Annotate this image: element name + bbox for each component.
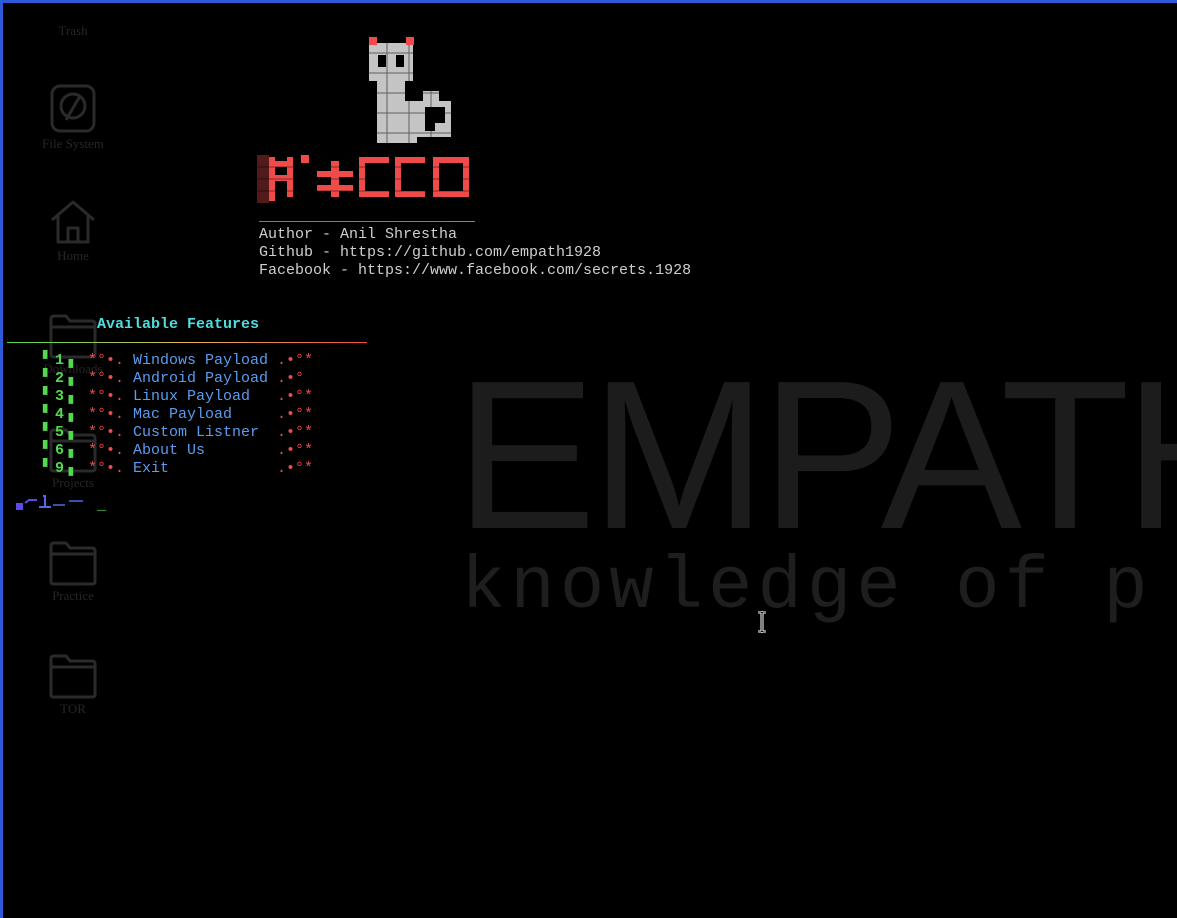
menu-prefix: *°•. [88, 424, 125, 441]
menu-number: 1 [55, 352, 65, 369]
menu-suffix: .•° [277, 370, 305, 387]
desktop-icon-trash[interactable]: Trash [25, 0, 121, 39]
desktop-icon-label: Trash [58, 23, 88, 38]
menu-number: 5 [55, 424, 65, 441]
desktop-icon-practice[interactable]: Practice [25, 540, 121, 604]
trash-icon [48, 0, 98, 21]
menu-bullet: ▗ [64, 406, 74, 423]
menu-item-linux-payload: ▘ 3 ▗ *°•. Linux Payload .•°* [43, 388, 343, 406]
menu-number: 4 [55, 406, 65, 423]
menu-bullet: ▗ [64, 352, 74, 369]
desktop-icon-tor[interactable]: TOR [25, 653, 121, 717]
menu-bullet: ▗ [64, 388, 74, 405]
menu-item-about-us: ▘ 6 ▗ *°•. About Us .•°* [43, 442, 343, 460]
desktop-icon-label: File System [42, 136, 104, 151]
menu-suffix: .•°* [277, 352, 314, 369]
menu-suffix: .•°* [277, 460, 314, 477]
menu-prefix: *°•. [88, 370, 125, 387]
menu-suffix: .•°* [277, 442, 314, 459]
menu-number: 2 [55, 370, 65, 387]
menu-bullet: ▘ [43, 442, 53, 459]
menu-label: Android Payload [133, 370, 269, 387]
menu-item-exit: ▘ 9 ▗ *°•. Exit .•°* [43, 460, 343, 478]
author-line: Author - Anil Shrestha [259, 226, 458, 243]
menu-bullet: ▗ [64, 442, 74, 459]
logo-ascii-art [257, 155, 473, 203]
terminal-input-cursor[interactable]: _ [97, 497, 106, 515]
menu-suffix: .•°* [277, 388, 314, 405]
menu-bullet: ▗ [64, 460, 74, 477]
menu-prefix: *°•. [88, 388, 125, 405]
menu-bullet: ▘ [43, 370, 53, 387]
desktop-screen: EMPATH knowledge of p Trash File System … [0, 0, 1177, 918]
menu-label: Exit [133, 460, 170, 477]
menu-label: Windows Payload [133, 352, 269, 369]
menu-label: Custom Listner [133, 424, 260, 441]
text-cursor-icon [758, 611, 766, 633]
cat-ascii-art [369, 37, 451, 143]
menu-number: 3 [55, 388, 65, 405]
menu-number: 9 [55, 460, 65, 477]
facebook-line: Facebook - https://www.facebook.com/secr… [259, 262, 692, 279]
desktop-icon-label: TOR [60, 701, 86, 716]
features-divider [7, 342, 367, 343]
drive-icon [50, 84, 96, 133]
menu-bullet: ▘ [43, 406, 53, 423]
menu-suffix: .•°* [277, 406, 314, 423]
menu-prefix: *°•. [88, 460, 125, 477]
wallpaper-subtitle: knowledge of p [461, 546, 1153, 630]
menu-number: 6 [55, 442, 65, 459]
menu-bullet: ▘ [43, 424, 53, 441]
features-heading: Available Features [97, 316, 260, 333]
folder-icon [49, 541, 97, 586]
menu-bullet: ▘ [43, 388, 53, 405]
desktop-icon-label: Home [57, 248, 89, 263]
logo-divider [259, 221, 475, 222]
menu-bullet: ▗ [64, 370, 74, 387]
menu-bullet: ▘ [43, 352, 53, 369]
home-icon [51, 200, 95, 244]
prompt-symbol [16, 495, 83, 510]
folder-icon [49, 654, 97, 699]
desktop-icon-file-system[interactable]: File System [25, 84, 121, 152]
menu-suffix: .•°* [277, 424, 314, 441]
menu-prefix: *°•. [88, 406, 125, 423]
menu-label: Mac Payload [133, 406, 233, 423]
menu-bullet: ▗ [64, 424, 74, 441]
menu-bullet: ▘ [43, 460, 53, 477]
github-line: Github - https://github.com/empath1928 [259, 244, 602, 261]
menu-item-custom-listner: ▘ 5 ▗ *°•. Custom Listner .•°* [43, 424, 343, 442]
desktop-icon-home[interactable]: Home [25, 198, 121, 264]
wallpaper-title: EMPATH [455, 336, 1177, 573]
menu-item-windows-payload: ▘ 1 ▗ *°•. Windows Payload .•°* [43, 352, 343, 370]
menu-prefix: *°•. [88, 352, 125, 369]
menu-label: About Us [133, 442, 206, 459]
menu-item-mac-payload: ▘ 4 ▗ *°•. Mac Payload .•°* [43, 406, 343, 424]
desktop-icon-label: Practice [52, 588, 94, 603]
menu-item-android-payload: ▘ 2 ▗ *°•. Android Payload .•° [43, 370, 343, 388]
menu-label: Linux Payload [133, 388, 251, 405]
menu-prefix: *°•. [88, 442, 125, 459]
